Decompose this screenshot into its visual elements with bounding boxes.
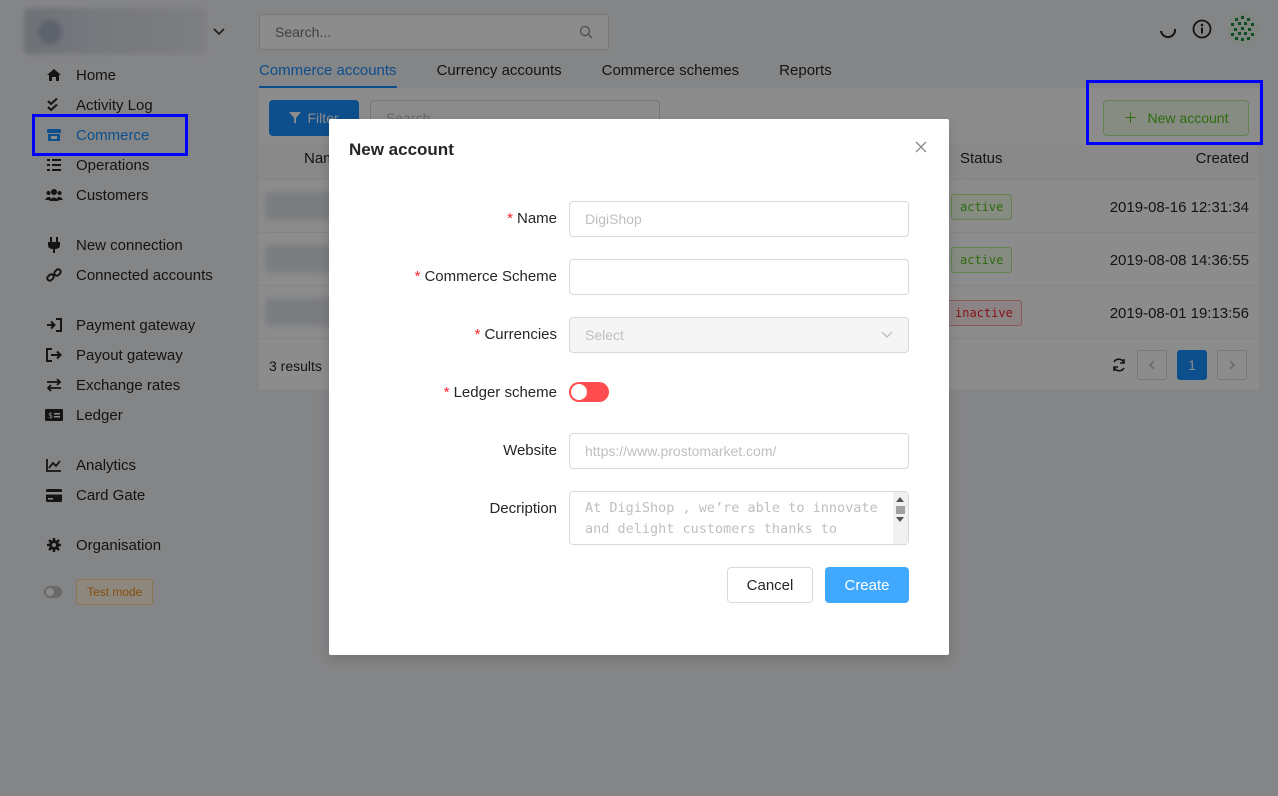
- create-button[interactable]: Create: [825, 567, 909, 603]
- cancel-button[interactable]: Cancel: [727, 567, 813, 603]
- website-label: Website: [503, 442, 557, 459]
- ledger-scheme-label: * Ledger scheme: [443, 384, 557, 401]
- scroll-down-arrow-icon[interactable]: [896, 517, 904, 522]
- currencies-select-placeholder: Select: [585, 327, 624, 343]
- website-input[interactable]: [569, 433, 909, 469]
- scroll-up-arrow-icon[interactable]: [896, 497, 904, 502]
- currencies-label: * Currencies: [474, 326, 557, 343]
- form-row-currencies: * Currencies Select: [329, 317, 949, 353]
- name-input[interactable]: [569, 201, 909, 237]
- form-row-commerce-scheme: * Commerce Scheme: [329, 259, 949, 295]
- form-row-name: * Name: [329, 201, 949, 237]
- modal-title: New account: [349, 140, 454, 159]
- commerce-scheme-input[interactable]: [569, 259, 909, 295]
- description-label: Decription: [489, 500, 557, 517]
- currencies-select[interactable]: Select: [569, 317, 909, 353]
- scroll-thumb[interactable]: [896, 506, 905, 514]
- form-row-description: Decription At DigiShop , we’re able to i…: [329, 491, 949, 545]
- chevron-down-icon: [881, 331, 893, 338]
- form-row-website: Website: [329, 433, 949, 469]
- ledger-scheme-switch[interactable]: [569, 382, 609, 402]
- new-account-modal: New account *Name *Commerce Scheme *Curr…: [329, 119, 949, 655]
- description-scrollbar[interactable]: [893, 492, 908, 544]
- close-icon[interactable]: [913, 139, 929, 155]
- description-textarea[interactable]: At DigiShop , we’re able to innovate and…: [569, 491, 909, 545]
- form-row-ledger-scheme: * Ledger scheme: [329, 375, 949, 411]
- name-label: * Name: [507, 210, 557, 227]
- commerce-scheme-label: * Commerce Scheme: [414, 268, 557, 285]
- modal-footer: Cancel Create: [727, 567, 909, 603]
